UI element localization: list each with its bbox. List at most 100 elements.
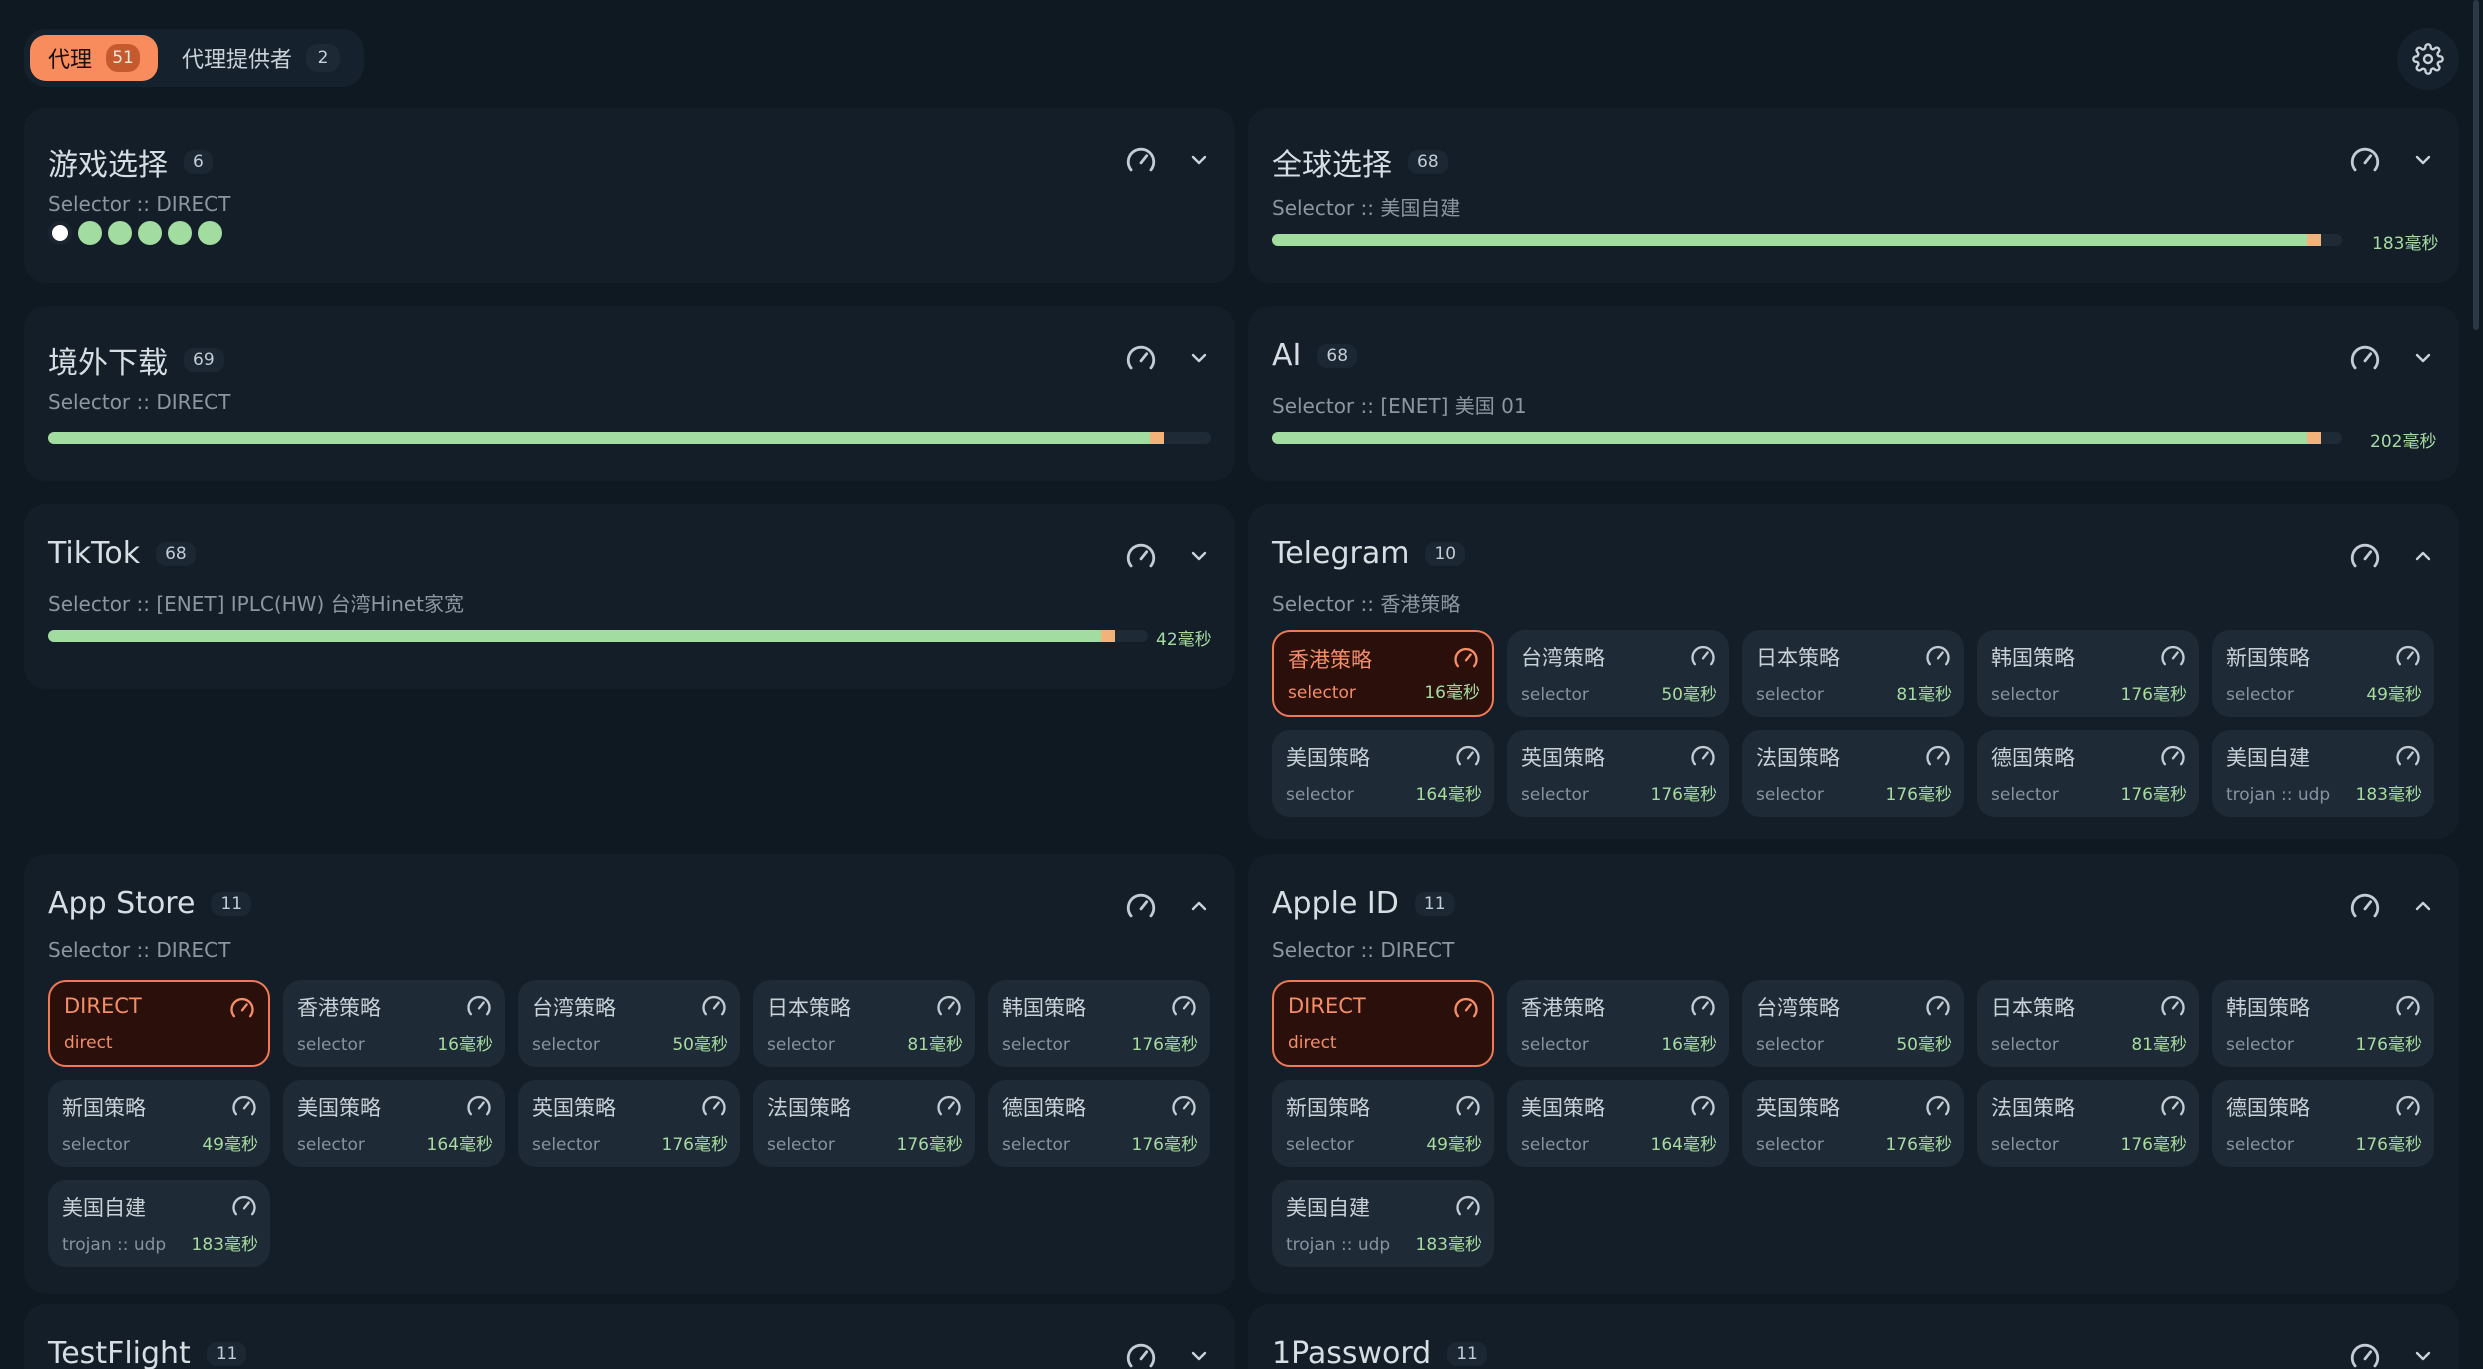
speed-test-button[interactable] bbox=[1121, 888, 1161, 928]
proxy-node[interactable]: 日本策略 selector 81毫秒 bbox=[1977, 980, 2199, 1067]
speedometer-icon[interactable] bbox=[1689, 992, 1717, 1020]
speed-test-button[interactable] bbox=[2345, 142, 2385, 182]
speed-test-button[interactable] bbox=[2345, 888, 2385, 928]
speedometer-icon[interactable] bbox=[2159, 742, 2187, 770]
speedometer-icon[interactable] bbox=[465, 992, 493, 1020]
scrollbar[interactable] bbox=[2473, 0, 2479, 330]
node-type: selector bbox=[2226, 1035, 2294, 1055]
speedometer-icon[interactable] bbox=[700, 1092, 728, 1120]
speedometer-icon[interactable] bbox=[2159, 642, 2187, 670]
proxy-node[interactable]: 美国自建 trojan :: udp 183毫秒 bbox=[2212, 730, 2434, 817]
proxy-node[interactable]: 法国策略 selector 176毫秒 bbox=[1742, 730, 1964, 817]
proxy-node[interactable]: 台湾策略 selector 50毫秒 bbox=[518, 980, 740, 1067]
speedometer-icon[interactable] bbox=[2394, 992, 2422, 1020]
proxy-node[interactable]: 香港策略 selector 16毫秒 bbox=[1507, 980, 1729, 1067]
proxy-node[interactable]: 韩国策略 selector 176毫秒 bbox=[2212, 980, 2434, 1067]
proxy-node[interactable]: 法国策略 selector 176毫秒 bbox=[1977, 1080, 2199, 1167]
node-dot[interactable] bbox=[198, 221, 222, 245]
tab-providers[interactable]: 代理提供者 2 bbox=[164, 35, 358, 81]
speedometer-icon[interactable] bbox=[2394, 642, 2422, 670]
tab-proxies[interactable]: 代理 51 bbox=[30, 35, 159, 81]
speedometer-icon[interactable] bbox=[1170, 1092, 1198, 1120]
speedometer-icon[interactable] bbox=[1454, 742, 1482, 770]
chevron-up-icon bbox=[1187, 894, 1211, 922]
proxy-node[interactable]: 台湾策略 selector 50毫秒 bbox=[1742, 980, 1964, 1067]
speed-test-button[interactable] bbox=[2345, 538, 2385, 578]
node-dot[interactable] bbox=[138, 221, 162, 245]
speedometer-icon[interactable] bbox=[230, 1092, 258, 1120]
node-dot-selected[interactable] bbox=[48, 221, 72, 245]
speed-test-button[interactable] bbox=[1121, 538, 1161, 578]
node-dot[interactable] bbox=[108, 221, 132, 245]
speedometer-icon[interactable] bbox=[1452, 994, 1480, 1022]
proxy-node[interactable]: 德国策略 selector 176毫秒 bbox=[1977, 730, 2199, 817]
speedometer-icon[interactable] bbox=[935, 1092, 963, 1120]
collapse-button[interactable] bbox=[2403, 538, 2443, 578]
speedometer-icon[interactable] bbox=[1924, 992, 1952, 1020]
speedometer-icon[interactable] bbox=[700, 992, 728, 1020]
expand-button[interactable] bbox=[1179, 1338, 1219, 1369]
proxy-node[interactable]: 德国策略 selector 176毫秒 bbox=[2212, 1080, 2434, 1167]
speedometer-icon[interactable] bbox=[1454, 1092, 1482, 1120]
node-dot[interactable] bbox=[168, 221, 192, 245]
speedometer-icon[interactable] bbox=[2159, 992, 2187, 1020]
proxy-node[interactable]: 韩国策略 selector 176毫秒 bbox=[1977, 630, 2199, 717]
speedometer-icon[interactable] bbox=[1452, 644, 1480, 672]
speedometer-icon[interactable] bbox=[1689, 742, 1717, 770]
proxy-node[interactable]: DIRECT direct bbox=[48, 980, 270, 1067]
speedometer-icon[interactable] bbox=[2159, 1092, 2187, 1120]
proxy-node[interactable]: 美国策略 selector 164毫秒 bbox=[1272, 730, 1494, 817]
node-name: 法国策略 bbox=[1756, 746, 1840, 770]
speed-test-button[interactable] bbox=[1121, 1338, 1161, 1369]
node-name: 台湾策略 bbox=[1756, 996, 1840, 1020]
speed-test-button[interactable] bbox=[1121, 142, 1161, 182]
speed-test-button[interactable] bbox=[1121, 340, 1161, 380]
speedometer-icon[interactable] bbox=[2394, 1092, 2422, 1120]
expand-button[interactable] bbox=[1179, 340, 1219, 380]
proxy-node[interactable]: DIRECT direct bbox=[1272, 980, 1494, 1067]
proxy-node[interactable]: 韩国策略 selector 176毫秒 bbox=[988, 980, 1210, 1067]
group-subtitle: Selector :: DIRECT bbox=[48, 938, 231, 962]
expand-button[interactable] bbox=[1179, 538, 1219, 578]
speedometer-icon[interactable] bbox=[1170, 992, 1198, 1020]
collapse-button[interactable] bbox=[2403, 888, 2443, 928]
expand-button[interactable] bbox=[1179, 142, 1219, 182]
node-dot[interactable] bbox=[78, 221, 102, 245]
proxy-node[interactable]: 美国策略 selector 164毫秒 bbox=[283, 1080, 505, 1167]
settings-button[interactable] bbox=[2397, 28, 2459, 90]
proxy-node[interactable]: 香港策略 selector 16毫秒 bbox=[283, 980, 505, 1067]
speedometer-icon[interactable] bbox=[2394, 742, 2422, 770]
proxy-node[interactable]: 日本策略 selector 81毫秒 bbox=[753, 980, 975, 1067]
proxy-node[interactable]: 美国自建 trojan :: udp 183毫秒 bbox=[48, 1180, 270, 1267]
speedometer-icon[interactable] bbox=[1454, 1192, 1482, 1220]
speedometer-icon[interactable] bbox=[465, 1092, 493, 1120]
proxy-node[interactable]: 日本策略 selector 81毫秒 bbox=[1742, 630, 1964, 717]
expand-button[interactable] bbox=[2403, 142, 2443, 182]
speed-test-button[interactable] bbox=[2345, 1338, 2385, 1369]
speed-test-button[interactable] bbox=[2345, 340, 2385, 380]
proxy-node[interactable]: 新国策略 selector 49毫秒 bbox=[48, 1080, 270, 1167]
proxy-node[interactable]: 英国策略 selector 176毫秒 bbox=[1507, 730, 1729, 817]
node-grid: DIRECT direct 香港策略 selector 16毫秒 台湾策略 se… bbox=[1272, 980, 2434, 1267]
proxy-node[interactable]: 法国策略 selector 176毫秒 bbox=[753, 1080, 975, 1167]
proxy-node[interactable]: 香港策略 selector 16毫秒 bbox=[1272, 630, 1494, 717]
speedometer-icon[interactable] bbox=[228, 994, 256, 1022]
proxy-node[interactable]: 台湾策略 selector 50毫秒 bbox=[1507, 630, 1729, 717]
speedometer-icon[interactable] bbox=[230, 1192, 258, 1220]
speedometer-icon[interactable] bbox=[1924, 642, 1952, 670]
proxy-node[interactable]: 新国策略 selector 49毫秒 bbox=[2212, 630, 2434, 717]
proxy-node[interactable]: 新国策略 selector 49毫秒 bbox=[1272, 1080, 1494, 1167]
expand-button[interactable] bbox=[2403, 340, 2443, 380]
speedometer-icon[interactable] bbox=[1689, 642, 1717, 670]
collapse-button[interactable] bbox=[1179, 888, 1219, 928]
speedometer-icon[interactable] bbox=[935, 992, 963, 1020]
expand-button[interactable] bbox=[2403, 1338, 2443, 1369]
proxy-node[interactable]: 德国策略 selector 176毫秒 bbox=[988, 1080, 1210, 1167]
speedometer-icon[interactable] bbox=[1924, 742, 1952, 770]
speedometer-icon[interactable] bbox=[1689, 1092, 1717, 1120]
speedometer-icon[interactable] bbox=[1924, 1092, 1952, 1120]
proxy-node[interactable]: 美国策略 selector 164毫秒 bbox=[1507, 1080, 1729, 1167]
proxy-node[interactable]: 英国策略 selector 176毫秒 bbox=[518, 1080, 740, 1167]
proxy-node[interactable]: 英国策略 selector 176毫秒 bbox=[1742, 1080, 1964, 1167]
proxy-node[interactable]: 美国自建 trojan :: udp 183毫秒 bbox=[1272, 1180, 1494, 1267]
